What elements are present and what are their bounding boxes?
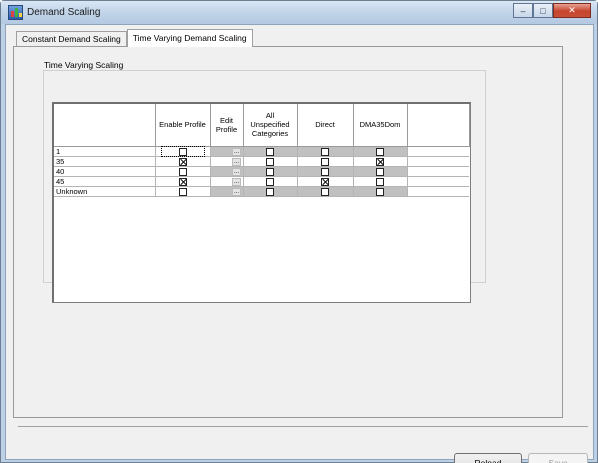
window-controls: – □ ✕ — [513, 3, 591, 18]
row-filler — [407, 156, 469, 167]
table-row: 40... — [54, 166, 469, 177]
all-unspecified-cell[interactable] — [243, 176, 298, 187]
edit-profile-button[interactable]: ... — [232, 157, 241, 166]
all-unspecified-cell[interactable] — [243, 146, 298, 157]
tab-strip: Constant Demand Scaling Time Varying Dem… — [16, 29, 253, 47]
direct-checkbox[interactable] — [321, 157, 329, 166]
reload-button[interactable]: Reload — [454, 453, 522, 463]
row-name: 35 — [54, 156, 156, 167]
edit-profile-button[interactable]: ... — [232, 147, 241, 156]
row-name: 1 — [54, 146, 156, 157]
window-title: Demand Scaling — [27, 7, 101, 18]
scaling-grid[interactable]: Enable Profile Edit Profile All Unspecifie… — [52, 102, 471, 303]
app-chart-icon — [8, 5, 23, 20]
header-direct[interactable]: Direct — [297, 104, 354, 147]
dma35dom-cell[interactable] — [353, 156, 408, 167]
direct-cell[interactable] — [297, 166, 354, 177]
enable-profile-checkbox[interactable] — [178, 177, 187, 186]
all-unspecified-cell[interactable] — [243, 186, 298, 197]
edit-profile-button[interactable]: ... — [232, 167, 241, 176]
close-icon[interactable]: ✕ — [553, 3, 591, 18]
table-row: 45... — [54, 176, 469, 187]
dma35dom-checkbox[interactable] — [376, 167, 384, 176]
direct-cell[interactable] — [297, 156, 354, 167]
edit-profile-button[interactable]: ... — [232, 177, 241, 186]
scaling-table: Enable Profile Edit Profile All Unspecifie… — [54, 104, 470, 197]
edit-profile-button[interactable]: ... — [232, 187, 241, 196]
footer-divider — [18, 426, 588, 427]
row-filler — [407, 186, 469, 197]
row-name-label: 40 — [56, 166, 65, 176]
enable-profile-checkbox[interactable] — [178, 157, 187, 166]
group-title: Time Varying Scaling — [44, 60, 124, 70]
direct-checkbox[interactable] — [321, 147, 329, 156]
all-unspecified-checkbox[interactable] — [266, 177, 274, 186]
edit-profile-cell[interactable]: ... — [210, 186, 244, 197]
enable-profile-checkbox[interactable] — [178, 147, 187, 156]
header-enable-profile[interactable]: Enable Profile — [155, 104, 211, 147]
dma35dom-checkbox[interactable] — [376, 187, 384, 196]
header-edit-profile[interactable]: Edit Profile — [210, 104, 244, 147]
direct-cell[interactable] — [297, 176, 354, 187]
row-filler — [407, 146, 469, 157]
direct-checkbox[interactable] — [321, 167, 329, 176]
maximize-icon[interactable]: □ — [533, 3, 553, 18]
dma35dom-checkbox[interactable] — [376, 157, 384, 166]
enable-profile-checkbox[interactable] — [178, 187, 187, 196]
title-bar[interactable]: Demand Scaling – □ ✕ — [1, 1, 597, 24]
direct-checkbox[interactable] — [321, 177, 329, 186]
minimize-icon[interactable]: – — [513, 3, 533, 18]
tab-time-varying-demand-scaling[interactable]: Time Varying Demand Scaling — [126, 29, 253, 47]
direct-checkbox[interactable] — [321, 187, 329, 196]
dma35dom-checkbox[interactable] — [376, 147, 384, 156]
enable-profile-cell[interactable] — [155, 186, 211, 197]
enable-profile-cell[interactable] — [155, 145, 211, 157]
tab-constant-demand-scaling[interactable]: Constant Demand Scaling — [16, 31, 127, 47]
enable-profile-cell[interactable] — [155, 166, 211, 177]
row-name: 40 — [54, 166, 156, 177]
all-unspecified-cell[interactable] — [243, 166, 298, 177]
direct-cell[interactable] — [297, 146, 354, 157]
header-all-unspecified[interactable]: All Unspecified Categories — [243, 104, 298, 147]
table-row: Unknown... — [54, 186, 469, 197]
save-button[interactable]: Save — [528, 453, 588, 463]
dma35dom-checkbox[interactable] — [376, 177, 384, 186]
dma35dom-cell[interactable] — [353, 176, 408, 187]
all-unspecified-checkbox[interactable] — [266, 147, 274, 156]
table-header-row: Enable Profile Edit Profile All Unspecifie… — [54, 104, 470, 147]
direct-cell[interactable] — [297, 186, 354, 197]
row-name-label: 1 — [56, 146, 61, 156]
row-filler — [407, 176, 469, 187]
client-area: Constant Demand Scaling Time Varying Dem… — [5, 24, 594, 463]
enable-profile-cell[interactable] — [155, 156, 211, 167]
enable-profile-cell[interactable] — [155, 176, 211, 187]
edit-profile-cell[interactable]: ... — [210, 176, 244, 187]
all-unspecified-checkbox[interactable] — [266, 187, 274, 196]
header-dma35dom[interactable]: DMA35Dom — [353, 104, 408, 147]
row-name: Unknown — [54, 186, 156, 197]
enable-profile-checkbox[interactable] — [178, 167, 187, 176]
edit-profile-cell[interactable]: ... — [210, 166, 244, 177]
dma35dom-cell[interactable] — [353, 186, 408, 197]
header-filler — [407, 104, 470, 147]
row-name: 45 — [54, 176, 156, 187]
row-filler — [407, 166, 469, 177]
app-window: Demand Scaling – □ ✕ Constant Demand Sca… — [0, 0, 598, 463]
edit-profile-cell[interactable]: ... — [210, 156, 244, 167]
dma35dom-cell[interactable] — [353, 146, 408, 157]
edit-profile-cell[interactable]: ... — [210, 146, 244, 157]
all-unspecified-checkbox[interactable] — [266, 167, 274, 176]
all-unspecified-cell[interactable] — [243, 156, 298, 167]
dma35dom-cell[interactable] — [353, 166, 408, 177]
row-name-label: 35 — [56, 156, 65, 166]
table-row: 35... — [54, 156, 469, 167]
table-row: 1... — [54, 145, 469, 157]
row-name-label: 45 — [56, 176, 65, 186]
all-unspecified-checkbox[interactable] — [266, 157, 274, 166]
row-name-label: Unknown — [56, 186, 88, 196]
header-name — [54, 104, 156, 147]
